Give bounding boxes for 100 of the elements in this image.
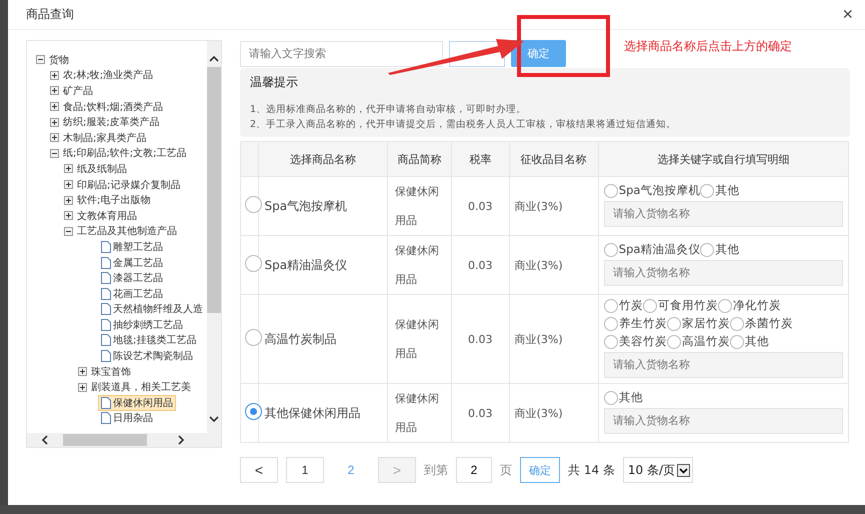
radio-button[interactable] xyxy=(245,196,262,213)
option-label: Spa精油温灸仪 xyxy=(618,242,700,257)
page-number-field[interactable]: 2 xyxy=(456,457,492,483)
table-cell: 保健休闲用品 xyxy=(387,176,452,236)
collapse-icon[interactable] xyxy=(64,226,73,236)
dialog-title: 商品查询 xyxy=(26,6,74,23)
tree-item[interactable]: 漆器工艺品 xyxy=(98,270,166,286)
header-cell: 选择关键字或自行填写明细 xyxy=(598,142,848,176)
radio-button[interactable] xyxy=(245,255,262,272)
page-unit-label: 页 xyxy=(500,462,512,478)
radio-button[interactable] xyxy=(718,298,732,312)
table-cell: 其他保健休闲用品 xyxy=(258,384,388,442)
tree-item[interactable]: 木制品;家具类产品 xyxy=(62,130,148,145)
expand-icon[interactable] xyxy=(78,367,87,376)
option-label: Spa气泡按摩机 xyxy=(618,183,700,198)
file-icon xyxy=(101,318,111,331)
header-cell: 征收品目名称 xyxy=(509,142,598,176)
total-count: 共 14 条 xyxy=(568,462,615,478)
radio-button[interactable] xyxy=(730,316,744,330)
tree-item[interactable]: 金属工艺品 xyxy=(98,254,166,271)
tree-item[interactable]: 日用杂品 xyxy=(98,410,156,426)
page-button[interactable]: 1 xyxy=(286,457,324,483)
radio-button[interactable] xyxy=(604,298,618,312)
expand-icon[interactable] xyxy=(50,70,59,80)
radio-button[interactable] xyxy=(700,242,714,256)
table-cell: 保健休闲用品 xyxy=(387,384,452,442)
tree-item[interactable]: 农;林;牧;渔业类产品 xyxy=(62,68,154,82)
tree-item[interactable]: 文教体育用品 xyxy=(76,208,138,223)
expand-icon[interactable] xyxy=(50,133,59,142)
tree-item[interactable]: 食品;饮料;烟;酒类产品 xyxy=(62,100,164,114)
tip-text: 2、手工录入商品名称的，代开申请提交后，需由税务人员人工审核，审核结果将通过短信通知。 xyxy=(250,118,678,132)
radio-button[interactable] xyxy=(604,184,618,198)
radio-button[interactable] xyxy=(666,316,681,330)
tree-item[interactable]: 地毯;挂毯类工艺品 xyxy=(98,332,200,348)
tree-item[interactable]: 工艺品及其他制造产品 xyxy=(76,224,178,238)
tree-item[interactable]: 矿产品 xyxy=(62,84,94,98)
table-cell: 商业(3%) xyxy=(509,294,598,384)
radio-button[interactable] xyxy=(245,329,262,346)
file-icon xyxy=(101,412,111,424)
option-label: 其他 xyxy=(715,242,740,257)
file-icon xyxy=(101,272,111,284)
radio-button[interactable] xyxy=(700,184,714,198)
header-cell: 商品简称 xyxy=(387,142,452,176)
table-cell: Spa气泡按摩机 xyxy=(258,176,388,236)
tree-item[interactable]: 保健休闲用品 xyxy=(98,394,176,411)
radio-button[interactable] xyxy=(245,403,262,420)
radio-button[interactable] xyxy=(604,242,618,256)
table-cell: 0.03 xyxy=(451,384,510,442)
radio-button[interactable] xyxy=(604,390,618,404)
expand-icon[interactable] xyxy=(50,86,59,96)
tree-item[interactable]: 陈设艺术陶瓷制品 xyxy=(98,348,196,364)
tree-item[interactable]: 货物 xyxy=(48,52,70,67)
option-label: 家居竹炭 xyxy=(682,316,730,331)
tree-item[interactable]: 剧装道具，相关工艺美 xyxy=(90,380,192,394)
tree-item[interactable]: 花画工艺品 xyxy=(98,286,166,302)
expand-icon[interactable] xyxy=(64,164,73,174)
tree-item[interactable]: 纺织;服装;皮革类产品 xyxy=(62,115,161,130)
tree-item[interactable]: 纸及纸制品 xyxy=(76,162,128,176)
expand-icon[interactable] xyxy=(50,118,59,127)
tree-item[interactable]: 软件;电子出版物 xyxy=(76,193,152,208)
option-label: 养生竹炭 xyxy=(618,316,667,331)
expand-icon[interactable] xyxy=(50,102,59,112)
tree-item[interactable]: 天然植物纤维及人造 xyxy=(98,301,206,318)
vertical-scrollbar[interactable] xyxy=(207,41,221,433)
radio-button[interactable] xyxy=(730,334,744,348)
collapse-icon[interactable] xyxy=(50,148,59,158)
goods-name-field[interactable]: 请输入货物名称 xyxy=(604,408,843,434)
goods-name-field[interactable]: 请输入货物名称 xyxy=(604,260,843,286)
expand-icon[interactable] xyxy=(64,180,73,190)
goods-name-field[interactable]: 请输入货物名称 xyxy=(604,201,843,227)
header-cell: 税率 xyxy=(451,142,510,176)
dropdown-icon[interactable] xyxy=(677,464,690,476)
goto-label: 到第 xyxy=(424,462,448,478)
horizontal-scrollbar[interactable] xyxy=(27,433,221,447)
radio-button[interactable] xyxy=(642,298,657,312)
file-icon xyxy=(101,288,111,300)
page-size-select[interactable]: 10 条/页 xyxy=(622,457,694,483)
previous-page-button[interactable]: < xyxy=(240,457,278,483)
radio-button[interactable] xyxy=(666,334,681,348)
table-cell: 商业(3%) xyxy=(509,384,598,442)
annotation-text: 选择商品名称后点击上方的确定 xyxy=(624,38,792,55)
tree-item[interactable]: 印刷品;记录媒介复制品 xyxy=(76,178,182,192)
table-cell: 保健休闲用品 xyxy=(387,294,452,384)
expand-icon[interactable] xyxy=(64,211,73,220)
radio-button[interactable] xyxy=(604,316,618,330)
file-icon xyxy=(101,334,111,346)
radio-button[interactable] xyxy=(604,334,618,348)
tree-item[interactable]: 珠宝首饰 xyxy=(90,364,132,379)
expand-icon[interactable] xyxy=(64,196,73,205)
search-field[interactable]: 请输入文字搜索 xyxy=(240,40,443,66)
expand-icon[interactable] xyxy=(78,382,87,392)
close-button[interactable]: × xyxy=(838,4,857,25)
tree-item[interactable]: 雕塑工艺品 xyxy=(98,238,166,255)
tips-title: 温馨提示 xyxy=(250,74,299,91)
option-label: 高温竹炭 xyxy=(682,334,730,349)
tree-item[interactable]: 抽纱刺绣工艺品 xyxy=(98,316,186,333)
collapse-icon[interactable] xyxy=(36,55,45,64)
tree-item[interactable]: 纸;印刷品;软件;文教;工艺品 xyxy=(62,146,188,160)
tip-text: 1、选用标准商品名称的，代开申请将自动审核，可即时办理。 xyxy=(250,103,528,117)
goods-name-field[interactable]: 请输入货物名称 xyxy=(604,352,843,378)
